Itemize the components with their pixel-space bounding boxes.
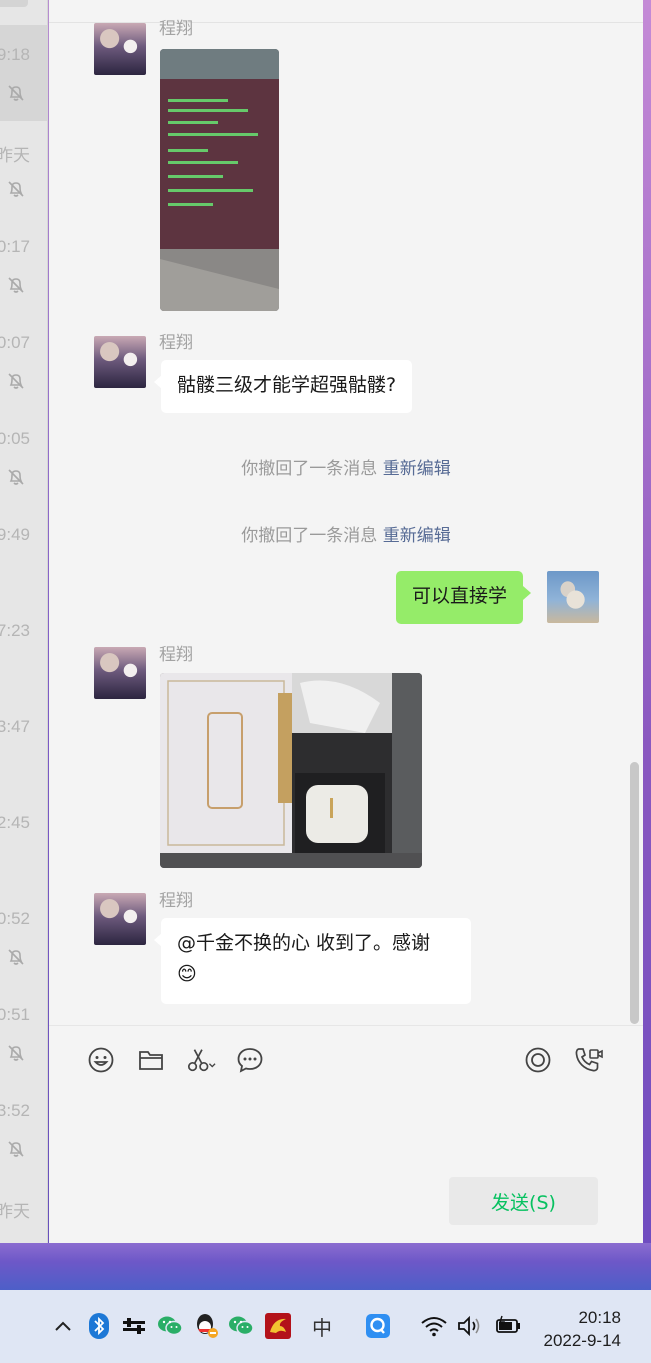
ime-indicator[interactable]: 中: [308, 1311, 336, 1341]
send-button[interactable]: 发送(S): [449, 1177, 598, 1225]
photo-gift-box-image: [160, 673, 422, 868]
mute-bell-icon: [8, 1045, 24, 1061]
conversation-item[interactable]: 7:23: [0, 601, 47, 697]
conversation-time: 9:49: [0, 525, 30, 544]
contact-avatar[interactable]: [94, 893, 146, 945]
contact-avatar[interactable]: [94, 647, 146, 699]
mute-bell-icon: [8, 277, 24, 293]
conversation-time: 0:51: [0, 1005, 30, 1024]
conversation-item[interactable]: 0:17: [0, 217, 47, 313]
mute-bell-icon: [8, 1141, 24, 1157]
desktop-wallpaper-bottom: [0, 1243, 651, 1290]
conversation-time: 3:52: [0, 1101, 30, 1120]
message-text: @千金不换的心 收到了。感谢: [177, 932, 431, 954]
input-divider: [49, 1025, 643, 1026]
conversation-item[interactable]: 0:05: [0, 409, 47, 505]
conversation-time: 2:45: [0, 813, 30, 832]
recall-notice: 你撤回了一条消息 重新编辑: [241, 526, 451, 546]
text-message[interactable]: 骷髅三级才能学超强骷髅?: [153, 360, 413, 413]
sender-name: 程翔: [159, 891, 193, 911]
re-edit-link[interactable]: 重新编辑: [383, 459, 451, 479]
battery-charging-icon[interactable]: [494, 1311, 522, 1341]
message-text: 可以直接学: [412, 585, 508, 607]
conversation-item[interactable]: 0:07: [0, 313, 47, 409]
folder-icon[interactable]: [136, 1045, 166, 1075]
clock-time: 20:18: [578, 1308, 621, 1327]
conversation-item[interactable]: 3:47: [0, 697, 47, 793]
smile-emoji: 😊: [177, 963, 197, 985]
recall-notice: 你撤回了一条消息 重新编辑: [241, 459, 451, 479]
conversation-item[interactable]: 昨天: [0, 1177, 47, 1243]
text-message[interactable]: @千金不换的心 收到了。感谢 😊: [154, 918, 471, 1004]
live-icon[interactable]: [523, 1045, 553, 1075]
bluetooth-icon[interactable]: [85, 1311, 113, 1341]
message-area: 程翔 程翔 骷髅三级才能学超强骷髅? 你撤回了一条消息 重新编辑 你撤回了一条消…: [49, 0, 643, 1025]
wechat-tray-icon[interactable]: [156, 1311, 184, 1341]
conversation-time: 0:07: [0, 333, 30, 352]
message-scrollbar[interactable]: [630, 762, 639, 1024]
qq-browser-icon[interactable]: [364, 1311, 392, 1341]
conversation-item[interactable]: 3:52: [0, 1081, 47, 1177]
desktop-wallpaper: [643, 0, 651, 1243]
conversation-time: 3:47: [0, 717, 30, 736]
volume-icon[interactable]: [456, 1311, 484, 1341]
conversation-time: 0:17: [0, 237, 30, 256]
game-dragon-icon[interactable]: [264, 1311, 292, 1341]
wechat-tray-icon-2[interactable]: [227, 1311, 255, 1341]
image-message[interactable]: [160, 673, 422, 868]
sender-name: 程翔: [159, 333, 193, 353]
re-edit-link[interactable]: 重新编辑: [383, 526, 451, 546]
chat-history-icon[interactable]: [235, 1045, 265, 1075]
conversation-item[interactable]: 9:18: [0, 25, 47, 121]
photo-screen-image: [160, 49, 279, 311]
mute-bell-icon: [8, 949, 24, 965]
my-avatar[interactable]: [547, 571, 599, 623]
conversation-time: 9:18: [0, 45, 30, 64]
conversation-list: 9:18 昨天 0:17 0:07 0:05 9:49 7:23 3:47 2:…: [0, 0, 48, 1243]
mute-bell-icon: [8, 181, 24, 197]
conversation-time: 昨天: [0, 146, 30, 165]
image-message[interactable]: [160, 49, 279, 311]
conversation-time: 0:05: [0, 429, 30, 448]
screenshot-scissors-icon[interactable]: [186, 1045, 216, 1075]
mute-bell-icon: [8, 373, 24, 389]
message-text: 骷髅三级才能学超强骷髅?: [177, 374, 397, 396]
sender-name: 程翔: [159, 645, 193, 665]
clock-date: 2022-9-14: [543, 1331, 621, 1350]
mute-bell-icon: [8, 85, 24, 101]
show-hidden-icons-chevron-up-icon[interactable]: [49, 1311, 77, 1341]
conversation-item[interactable]: 9:49: [0, 505, 47, 601]
my-text-message[interactable]: 可以直接学: [396, 571, 532, 624]
chat-window: 程翔 程翔 骷髅三级才能学超强骷髅? 你撤回了一条消息 重新编辑 你撤回了一条消…: [49, 0, 643, 1243]
system-clock[interactable]: 20:18 2022-9-14: [543, 1306, 621, 1352]
conversation-item[interactable]: 昨天: [0, 121, 47, 217]
contact-avatar[interactable]: [94, 23, 146, 75]
conversation-item[interactable]: 0:51: [0, 985, 47, 1081]
qq-tray-icon[interactable]: [192, 1311, 220, 1341]
voice-video-call-icon[interactable]: [573, 1045, 603, 1075]
sender-name: 程翔: [159, 19, 193, 39]
conversation-item[interactable]: 2:45: [0, 793, 47, 889]
emoji-icon[interactable]: [86, 1045, 116, 1075]
transfer-arrows-icon[interactable]: [120, 1311, 148, 1341]
conversation-item[interactable]: 0:52: [0, 889, 47, 985]
wifi-icon[interactable]: [420, 1311, 448, 1341]
conversation-time: 7:23: [0, 621, 30, 640]
contact-avatar[interactable]: [94, 336, 146, 388]
conversation-time: 0:52: [0, 909, 30, 928]
search-box-edge[interactable]: [0, 0, 28, 7]
conversation-time: 昨天: [0, 1202, 30, 1221]
mute-bell-icon: [8, 469, 24, 485]
